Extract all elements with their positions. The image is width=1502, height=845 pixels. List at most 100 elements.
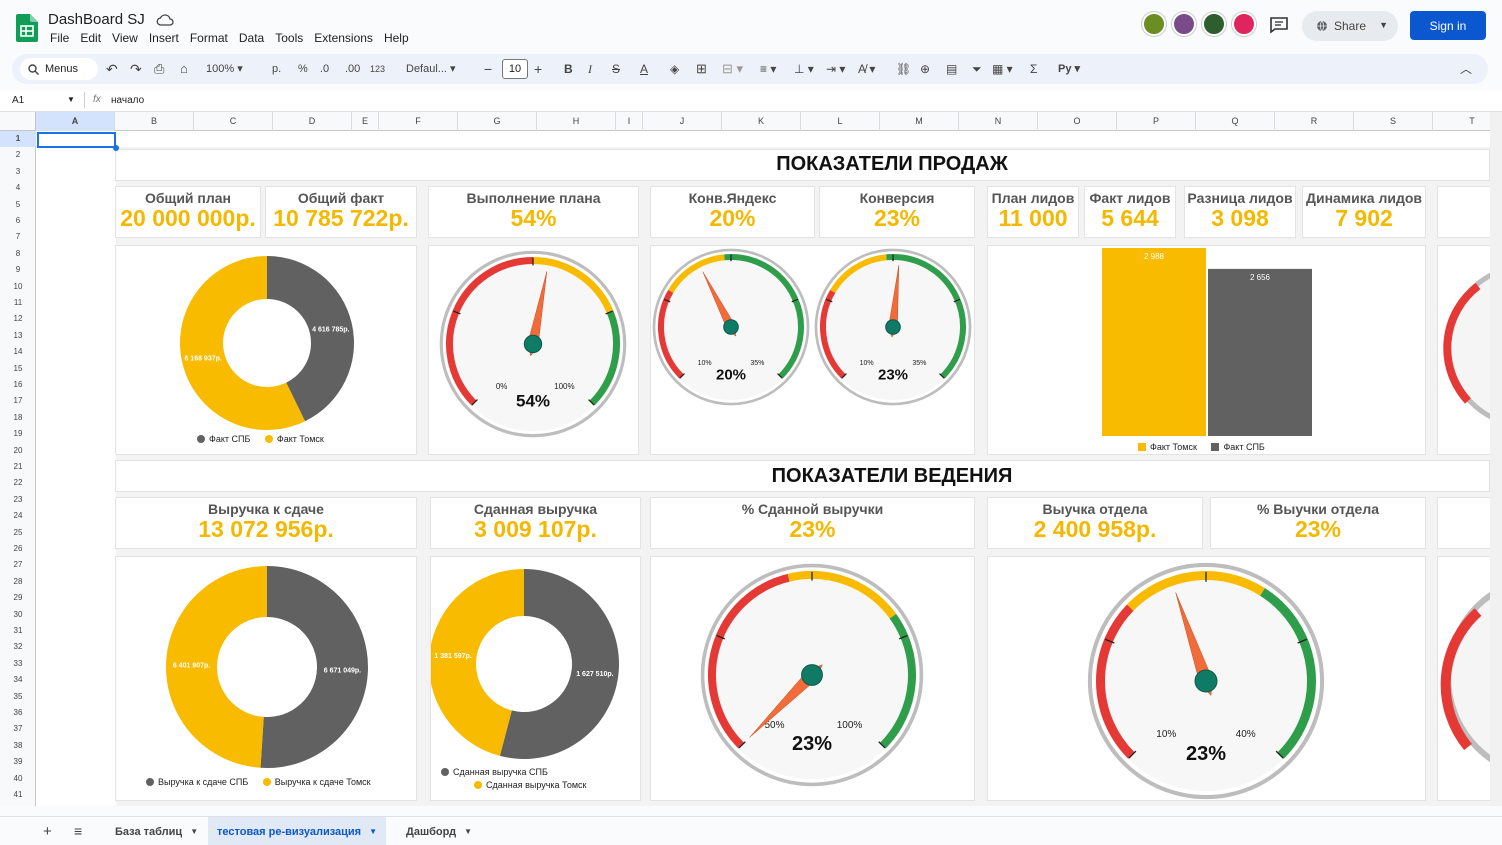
row-header-29[interactable]: 29 — [0, 590, 36, 606]
text-color-icon[interactable]: A — [640, 61, 648, 77]
avatar[interactable] — [1232, 12, 1256, 36]
row-header-28[interactable]: 28 — [0, 574, 36, 590]
row-header-3[interactable]: 3 — [0, 164, 36, 180]
chevron-down-icon[interactable]: ▼ — [67, 95, 75, 104]
decrease-font-icon[interactable]: − — [484, 61, 492, 77]
row-header-27[interactable]: 27 — [0, 557, 36, 573]
column-header-g[interactable]: G — [458, 112, 537, 131]
sign-in-button[interactable]: Sign in — [1410, 11, 1486, 40]
row-header-8[interactable]: 8 — [0, 246, 36, 262]
gauge-submitted-revenue[interactable]: 50% 100%23% — [651, 557, 976, 802]
row-header-38[interactable]: 38 — [0, 738, 36, 754]
row-header-11[interactable]: 11 — [0, 295, 36, 311]
insert-chart-icon[interactable]: ▤ — [946, 61, 957, 77]
gauge-panel-conversions[interactable]: 10% 35% 20% 10% 35% 23% — [650, 245, 975, 455]
vertical-align-icon[interactable]: ⊥ ▾ — [794, 61, 814, 77]
column-header-i[interactable]: I — [616, 112, 643, 131]
column-header-n[interactable]: N — [959, 112, 1038, 131]
increase-font-icon[interactable]: + — [534, 61, 542, 77]
donut-chart-panel-1[interactable]: 4 616 785р. 6 168 937р. Факт СПБ Факт Том… — [115, 245, 417, 455]
column-header-d[interactable]: D — [273, 112, 352, 131]
text-rotation-icon[interactable]: A̸ ▾ — [858, 61, 875, 77]
cloud-status-icon[interactable] — [156, 13, 174, 27]
filter-views-icon[interactable]: ▦ ▾ — [992, 61, 1013, 77]
row-header-37[interactable]: 37 — [0, 721, 36, 737]
chevron-down-icon[interactable]: ▼ — [190, 827, 198, 836]
sheets-logo-icon[interactable] — [16, 14, 38, 42]
vertical-scrollbar[interactable] — [1490, 112, 1502, 806]
gauge-panel-submitted[interactable]: 50% 100% 23% — [650, 556, 975, 801]
row-1-cells[interactable] — [36, 131, 1490, 147]
gauge-panel-department[interactable]: 10% 40% 23% — [987, 556, 1426, 801]
row-header-16[interactable]: 16 — [0, 377, 36, 393]
row-header-15[interactable]: 15 — [0, 361, 36, 377]
menu-view[interactable]: View — [110, 31, 145, 45]
borders-icon[interactable]: ⊞ — [696, 61, 707, 77]
row-header-4[interactable]: 4 — [0, 180, 36, 196]
menu-insert[interactable]: Insert — [147, 31, 186, 45]
column-header-k[interactable]: K — [722, 112, 801, 131]
row-header-34[interactable]: 34 — [0, 672, 36, 688]
row-header-6[interactable]: 6 — [0, 213, 36, 229]
comment-icon[interactable] — [1268, 15, 1290, 35]
row-header-31[interactable]: 31 — [0, 623, 36, 639]
strikethrough-icon[interactable]: S — [612, 61, 620, 77]
sheet-tab-dashboard[interactable]: Дашборд ▼ — [397, 817, 481, 845]
row-header-41[interactable]: 41 — [0, 787, 36, 803]
menu-format[interactable]: Format — [188, 31, 235, 45]
row-header-25[interactable]: 25 — [0, 525, 36, 541]
row-header-33[interactable]: 33 — [0, 656, 36, 672]
functions-icon[interactable]: Σ — [1030, 61, 1037, 77]
column-header-o[interactable]: O — [1038, 112, 1117, 131]
row-header-26[interactable]: 26 — [0, 541, 36, 557]
decrease-decimal-button[interactable]: .0 — [320, 61, 329, 77]
avatar[interactable] — [1142, 12, 1166, 36]
column-header-c[interactable]: C — [194, 112, 273, 131]
undo-icon[interactable]: ↶ — [106, 61, 118, 77]
row-header-9[interactable]: 9 — [0, 262, 36, 278]
gauge-panel-partial[interactable] — [1437, 245, 1490, 455]
collapse-toolbar-icon[interactable]: ︿ — [1460, 61, 1472, 77]
select-all-corner[interactable] — [0, 112, 36, 131]
row-header-22[interactable]: 22 — [0, 475, 36, 491]
gauge-yandex-conversion[interactable]: 10% 35% 20% — [651, 246, 813, 416]
sheet-tab-test[interactable]: тестовая ре-визуализация ▼ — [208, 817, 387, 845]
paint-format-icon[interactable]: ⌂ — [180, 61, 188, 77]
row-header-40[interactable]: 40 — [0, 771, 36, 787]
menu-edit[interactable]: Edit — [78, 31, 108, 45]
zoom-select[interactable]: 100% ▾ — [206, 61, 243, 77]
share-button[interactable]: Share ▼ — [1302, 11, 1398, 41]
row-header-21[interactable]: 21 — [0, 459, 36, 475]
chevron-down-icon[interactable]: ▼ — [1379, 20, 1388, 30]
row-header-5[interactable]: 5 — [0, 197, 36, 213]
number-format-button[interactable]: 123 — [370, 61, 385, 77]
column-header-j[interactable]: J — [643, 112, 722, 131]
sheet-tab-base[interactable]: База таблиц ▼ — [106, 817, 207, 845]
row-header-13[interactable]: 13 — [0, 328, 36, 344]
column-header-q[interactable]: Q — [1196, 112, 1275, 131]
row-header-2[interactable]: 2 — [0, 147, 36, 163]
align-left-icon[interactable]: ≡ ▾ — [760, 61, 776, 77]
insert-comment-icon[interactable]: ⊕ — [920, 61, 930, 77]
row-header-35[interactable]: 35 — [0, 689, 36, 705]
chevron-down-icon[interactable]: ▼ — [369, 827, 377, 836]
filter-icon[interactable]: ⏷ — [972, 61, 982, 77]
menu-file[interactable]: File — [48, 31, 76, 45]
gauge-panel-plan[interactable]: 0% 100% 54% — [428, 245, 639, 455]
row-header-36[interactable]: 36 — [0, 705, 36, 721]
selected-cell-a1[interactable] — [37, 132, 116, 148]
gauge-panel-partial-2[interactable] — [1437, 556, 1490, 801]
bar-chart-panel[interactable]: 2 988 2 656 Факт Томск Факт СПБ — [987, 245, 1426, 455]
font-select[interactable]: Defaul... ▾ — [406, 61, 456, 77]
increase-decimal-button[interactable]: .00 — [345, 61, 360, 77]
column-header-t[interactable]: T — [1433, 112, 1490, 131]
cell-reference[interactable]: A1 — [12, 95, 24, 106]
column-header-r[interactable]: R — [1275, 112, 1354, 131]
row-header-17[interactable]: 17 — [0, 393, 36, 409]
row-header-20[interactable]: 20 — [0, 443, 36, 459]
fill-color-icon[interactable]: ◈ — [670, 61, 679, 77]
column-header-e[interactable]: E — [352, 112, 379, 131]
gauge-department-revenue[interactable]: 10% 40% 23% — [988, 557, 1427, 802]
merge-cells-icon[interactable]: ⊟ ▾ — [722, 61, 743, 77]
donut-chart-fact[interactable]: 4 616 785р. 6 168 937р. — [116, 246, 418, 456]
